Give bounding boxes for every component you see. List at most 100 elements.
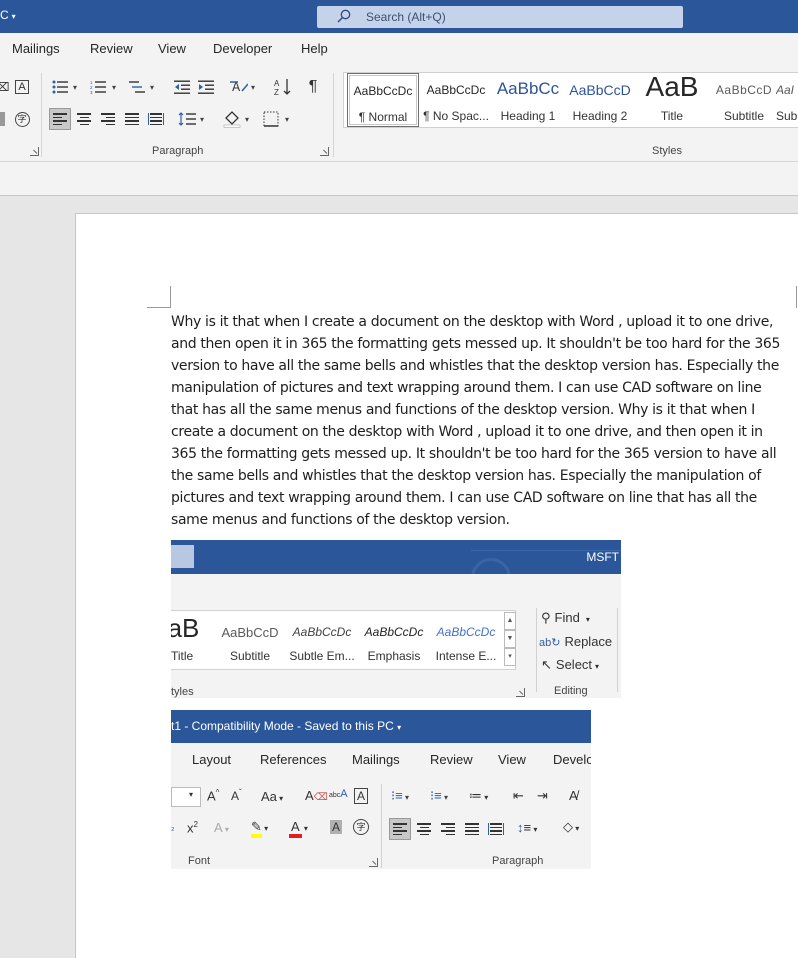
enclose-characters-icon: 字: [353, 819, 369, 835]
superscript-icon: x2: [187, 820, 198, 836]
msft-label: MSFT: [586, 550, 619, 564]
bullets-button[interactable]: [49, 76, 71, 98]
style-heading-1[interactable]: AaBbCc Heading 1: [492, 73, 564, 127]
image-tab-references: References: [260, 752, 327, 767]
line-spacing-button[interactable]: [176, 108, 198, 130]
paint-bucket-icon: [223, 111, 241, 128]
numbering-icon: 123: [90, 80, 106, 94]
numbering-button[interactable]: 123: [87, 76, 109, 98]
image-paragraph-label: Paragraph: [492, 855, 544, 867]
image-style-intense-emphasis: AaBbCcDc Intense E...: [435, 625, 497, 663]
separator: [617, 608, 618, 692]
chevron-down-icon: ▾: [585, 615, 590, 624]
grow-font-icon: A^: [207, 788, 220, 804]
tab-view[interactable]: View: [158, 41, 186, 56]
embedded-screenshot-styles-editing[interactable]: MSFT aB Title AaBbCcD Subtitle AaBbCcDc Sub…: [171, 540, 621, 698]
svg-text:Z: Z: [274, 88, 279, 96]
subscript-icon: ₂: [171, 822, 175, 832]
chevron-down-icon[interactable]: ▾: [150, 83, 154, 92]
image-bullets-icon: ⁝≡ ▾: [391, 788, 409, 803]
image-editing-label: Editing: [554, 685, 588, 697]
show-formatting-marks-button[interactable]: ¶: [302, 76, 324, 98]
chevron-down-icon[interactable]: ▾: [73, 83, 77, 92]
tab-developer[interactable]: Developer: [213, 41, 272, 56]
clear-formatting-icon: A⌫: [305, 788, 328, 803]
chevron-down-icon: ▾: [595, 662, 600, 671]
paragraph-dialog-launcher[interactable]: [320, 147, 329, 156]
chevron-down-icon[interactable]: ▾: [285, 115, 289, 124]
character-shading-icon: A: [330, 820, 343, 834]
image-style-subtle-emphasis: AaBbCcDc Subtle Em...: [289, 625, 355, 663]
chevron-down-icon[interactable]: ▾: [245, 115, 249, 124]
increase-indent-icon: [198, 80, 214, 94]
chevron-up-icon: ▲: [504, 612, 516, 630]
image-font-label: Font: [188, 855, 211, 867]
style-heading-2[interactable]: AaBbCcD Heading 2: [564, 73, 636, 127]
image-font-size-box: [171, 787, 201, 807]
text-direction-button[interactable]: A: [228, 76, 250, 98]
image-styles-gallery: aB Title AaBbCcD Subtitle AaBbCcDc Subtle E…: [171, 610, 516, 670]
borders-button[interactable]: [260, 108, 282, 130]
enclose-characters-button[interactable]: 字: [11, 108, 33, 130]
title-fragment[interactable]: C ▾: [0, 8, 16, 22]
style-title[interactable]: AaB Title: [636, 71, 708, 127]
style-subtitle[interactable]: AaBbCcD Subtitle: [708, 73, 780, 127]
tab-help[interactable]: Help: [301, 41, 328, 56]
bullets-icon: [52, 80, 68, 94]
chevron-down-icon[interactable]: ▾: [200, 115, 204, 124]
styles-gallery: AaBbCcDc ¶ Normal AaBbCcDc ¶ No Spac... Aa…: [343, 71, 798, 128]
search-input[interactable]: Search (Alt+Q): [317, 6, 683, 28]
document-paragraph[interactable]: Why is it that when I create a document …: [171, 311, 791, 531]
font-dialog-launcher[interactable]: [30, 147, 39, 156]
chevron-down-icon: ▼: [504, 630, 516, 648]
separator: [536, 608, 537, 692]
search-placeholder: Search (Alt+Q): [366, 10, 446, 24]
more-icon: ▾: [504, 648, 516, 666]
line-spacing-icon: [178, 112, 196, 126]
image-align-center-icon: [413, 818, 435, 840]
distributed-button[interactable]: [145, 108, 167, 130]
embedded-screenshot-font-paragraph[interactable]: t1 - Compatibility Mode - Saved to this …: [171, 710, 591, 869]
image-text-direction-icon: A̸: [569, 788, 578, 803]
character-border-button[interactable]: A: [11, 76, 33, 98]
image-style-subtitle: AaBbCcD Subtitle: [221, 625, 279, 663]
image-tab-mailings: Mailings: [352, 752, 400, 767]
character-border-icon: A: [354, 788, 369, 804]
tab-mailings[interactable]: Mailings: [12, 41, 60, 56]
style-subtle[interactable]: AaI Sub: [776, 73, 798, 127]
chevron-down-icon[interactable]: ▾: [112, 83, 116, 92]
styles-group-label: Styles: [652, 145, 682, 157]
decrease-indent-button[interactable]: [171, 76, 193, 98]
paragraph-group-label: Paragraph: [152, 145, 204, 157]
search-icon: [337, 9, 351, 23]
justify-button[interactable]: [121, 108, 143, 130]
increase-indent-button[interactable]: [195, 76, 217, 98]
separator: [333, 73, 334, 157]
borders-icon: [263, 111, 279, 127]
align-right-button[interactable]: [97, 108, 119, 130]
sort-button[interactable]: AZ: [272, 76, 294, 98]
align-left-button[interactable]: [49, 108, 71, 130]
ribbon-tabs: Mailings Review View Developer Help: [0, 33, 798, 67]
text-effects-icon: A ▾: [214, 820, 229, 835]
align-center-button[interactable]: [73, 108, 95, 130]
highlight-icon: ✎ ▾: [251, 819, 268, 838]
image-multilevel-icon: ≔ ▾: [469, 788, 489, 803]
chevron-down-icon: ▾: [11, 12, 16, 21]
style-no-spacing[interactable]: AaBbCcDc ¶ No Spac...: [420, 73, 492, 127]
multilevel-list-button[interactable]: [126, 76, 148, 98]
shading-button[interactable]: [221, 108, 243, 130]
svg-text:A: A: [274, 79, 280, 88]
image-find-button: ⚲ Find ▾: [541, 610, 590, 625]
style-normal[interactable]: AaBbCcDc ¶ Normal: [347, 73, 419, 127]
font-color-icon: A ▾: [289, 819, 308, 838]
ribbon: ⌫ A 字 ▾ 123 ▾ ▾ A ▾ AZ ¶ ▾ ▾ ▾ Paragraph…: [0, 67, 798, 162]
distributed-icon: [148, 113, 164, 125]
tab-review[interactable]: Review: [90, 41, 133, 56]
image-tab-view: View: [498, 752, 526, 767]
chevron-down-icon: ▾: [189, 790, 194, 799]
chevron-down-icon[interactable]: ▾: [251, 83, 255, 92]
image-styles-launcher: [516, 688, 525, 697]
image-document-title: t1 - Compatibility Mode - Saved to this …: [171, 719, 402, 733]
image-select-button: ↖ Select ▾: [541, 657, 600, 672]
